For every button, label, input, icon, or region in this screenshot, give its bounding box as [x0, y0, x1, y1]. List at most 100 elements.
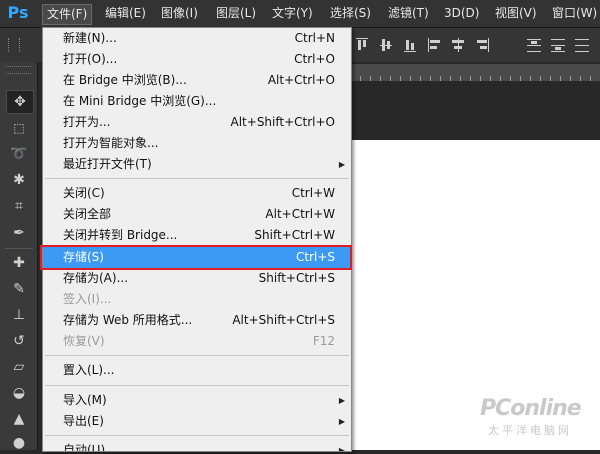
menu-separator: [45, 355, 349, 356]
menu-item-close-go-bridge[interactable]: 关闭并转到 Bridge... Shift+Ctrl+W: [43, 225, 351, 246]
submenu-arrow-icon: ▶: [338, 396, 345, 405]
watermark-logo-text: PConline: [480, 396, 582, 421]
menu-item-shortcut: Alt+Ctrl+W: [265, 207, 335, 221]
menu-separator: [45, 385, 349, 386]
clone-stamp-tool-icon[interactable]: ⊥: [6, 304, 32, 326]
tools-panel-grip[interactable]: [6, 66, 31, 74]
pconline-watermark: PConline 太平洋电脑网: [480, 396, 598, 446]
menu-item-export[interactable]: 导出(E) ▶: [43, 411, 351, 432]
lasso-tool-icon[interactable]: ➰: [6, 143, 32, 165]
align-bottom-icon[interactable]: [402, 36, 418, 54]
menu-item-save-as[interactable]: 存储为(A)... Shift+Ctrl+S: [43, 268, 351, 289]
menu-item-shortcut: Shift+Ctrl+S: [258, 271, 335, 285]
menu-bar: Ps 文件(F) 编辑(E) 图像(I) 图层(L) 文字(Y) 选择(S) 滤…: [0, 0, 600, 28]
menu-item-label: 存储为(A)...: [63, 271, 129, 285]
crop-tool-icon[interactable]: ⌗: [6, 195, 32, 217]
menu-type[interactable]: 文字(Y): [268, 4, 317, 23]
menu-item-import[interactable]: 导入(M) ▶: [43, 390, 351, 411]
align-hcenter-icon[interactable]: [450, 36, 466, 54]
menu-item-label: 导出(E): [63, 414, 104, 428]
menu-item-label: 存储为 Web 所用格式...: [63, 313, 193, 327]
align-left-icon[interactable]: [426, 36, 442, 54]
menu-item-open[interactable]: 打开(O)... Ctrl+O: [43, 49, 351, 70]
menu-item-label: 置入(L)...: [63, 363, 115, 377]
menu-item-label: 新建(N)...: [63, 31, 117, 45]
align-right-icon[interactable]: [474, 36, 490, 54]
menu-item-shortcut: F12: [312, 334, 335, 348]
file-menu-dropdown: 新建(N)... Ctrl+N 打开(O)... Ctrl+O 在 Bridge 中…: [42, 27, 352, 452]
menu-item-label: 在 Mini Bridge 中浏览(G)...: [63, 94, 217, 108]
menu-item-browse-mini-bridge[interactable]: 在 Mini Bridge 中浏览(G)...: [43, 91, 351, 112]
menu-file[interactable]: 文件(F): [42, 4, 93, 25]
menu-separator: [45, 435, 349, 436]
menu-item-save-for-web[interactable]: 存储为 Web 所用格式... Alt+Shift+Ctrl+S: [43, 310, 351, 331]
photoshop-logo: Ps: [7, 3, 29, 22]
menu-edit[interactable]: 编辑(E): [101, 4, 150, 23]
menu-select[interactable]: 选择(S): [326, 4, 375, 23]
distribute-bottom-icon[interactable]: [574, 36, 590, 54]
move-tool-icon[interactable]: ✥: [6, 90, 34, 114]
align-top-icon[interactable]: [354, 36, 370, 54]
menu-separator: [45, 178, 349, 179]
menu-item-label: 在 Bridge 中浏览(B)...: [63, 73, 187, 87]
align-controls: [354, 36, 600, 54]
menu-item-shortcut: Shift+Ctrl+W: [254, 228, 335, 242]
menu-item-new[interactable]: 新建(N)... Ctrl+N: [43, 28, 351, 49]
watermark-subtitle: 太平洋电脑网: [488, 424, 572, 437]
menu-item-open-as-smart-object[interactable]: 打开为智能对象...: [43, 133, 351, 154]
distribute-top-icon[interactable]: [526, 36, 542, 54]
submenu-arrow-icon: ▶: [338, 446, 345, 452]
menu-filter[interactable]: 滤镜(T): [384, 4, 433, 23]
menu-item-label: 恢复(V): [63, 334, 105, 348]
menu-item-shortcut: Ctrl+N: [294, 31, 335, 45]
eyedropper-tool-icon[interactable]: ✒: [6, 222, 32, 244]
tools-separator: [5, 248, 33, 249]
align-vcenter-icon[interactable]: [378, 36, 394, 54]
menu-image[interactable]: 图像(I): [157, 4, 202, 23]
paint-bucket-tool-icon[interactable]: ◒: [6, 382, 32, 404]
menu-item-shortcut: Ctrl+W: [291, 186, 335, 200]
menu-item-open-as[interactable]: 打开为... Alt+Shift+Ctrl+O: [43, 112, 351, 133]
menu-item-label: 签入(I)...: [63, 292, 112, 306]
brush-tool-icon[interactable]: ✎: [6, 278, 32, 300]
menu-item-label: 打开为...: [63, 115, 111, 129]
menu-3d[interactable]: 3D(D): [440, 4, 483, 23]
options-bar-grip[interactable]: [8, 38, 20, 52]
menu-item-close-all[interactable]: 关闭全部 Alt+Ctrl+W: [43, 204, 351, 225]
menu-item-label: 最近打开文件(T): [63, 157, 152, 171]
menu-item-revert: 恢复(V) F12: [43, 331, 351, 352]
menu-item-shortcut: Ctrl+O: [294, 52, 335, 66]
menu-window[interactable]: 窗口(W): [548, 4, 600, 23]
menu-item-label: 关闭全部: [63, 207, 112, 221]
save-highlight-outline: [40, 245, 352, 270]
submenu-arrow-icon: ▶: [338, 160, 345, 169]
menu-item-check-in: 签入(I)...: [43, 289, 351, 310]
menu-item-label: 打开(O)...: [63, 52, 118, 66]
menu-item-label: 打开为智能对象...: [63, 136, 159, 150]
distribute-vcenter-icon[interactable]: [550, 36, 566, 54]
tools-panel: ✥ ⬚ ➰ ✱ ⌗ ✒ ✚ ✎ ⊥ ↺ ▱ ◒ ▲ ●: [0, 62, 38, 451]
menu-item-shortcut: Alt+Ctrl+O: [267, 73, 335, 87]
magic-wand-tool-icon[interactable]: ✱: [6, 169, 32, 191]
menu-item-label: 关闭(C): [63, 186, 105, 200]
dodge-tool-icon[interactable]: ●: [6, 432, 32, 454]
menu-item-shortcut: Alt+Shift+Ctrl+S: [232, 313, 335, 327]
menu-item-automate[interactable]: 自动(U) ▶: [43, 440, 351, 452]
menu-item-label: 自动(U): [63, 443, 106, 452]
menu-item-browse-bridge[interactable]: 在 Bridge 中浏览(B)... Alt+Ctrl+O: [43, 70, 351, 91]
healing-brush-tool-icon[interactable]: ✚: [6, 252, 32, 274]
menu-item-shortcut: Alt+Shift+Ctrl+O: [230, 115, 335, 129]
eraser-tool-icon[interactable]: ▱: [6, 356, 32, 378]
menu-item-close[interactable]: 关闭(C) Ctrl+W: [43, 183, 351, 204]
blur-tool-icon[interactable]: ▲: [6, 408, 32, 430]
marquee-tool-icon[interactable]: ⬚: [6, 117, 32, 139]
menu-layer[interactable]: 图层(L): [212, 4, 260, 23]
menu-view[interactable]: 视图(V): [491, 4, 541, 23]
menu-item-label: 关闭并转到 Bridge...: [63, 228, 178, 242]
menu-item-place[interactable]: 置入(L)...: [43, 360, 351, 381]
menu-item-label: 导入(M): [63, 393, 107, 407]
menu-item-open-recent[interactable]: 最近打开文件(T) ▶: [43, 154, 351, 175]
submenu-arrow-icon: ▶: [338, 417, 345, 426]
horizontal-ruler: [350, 64, 600, 81]
history-brush-tool-icon[interactable]: ↺: [6, 330, 32, 352]
